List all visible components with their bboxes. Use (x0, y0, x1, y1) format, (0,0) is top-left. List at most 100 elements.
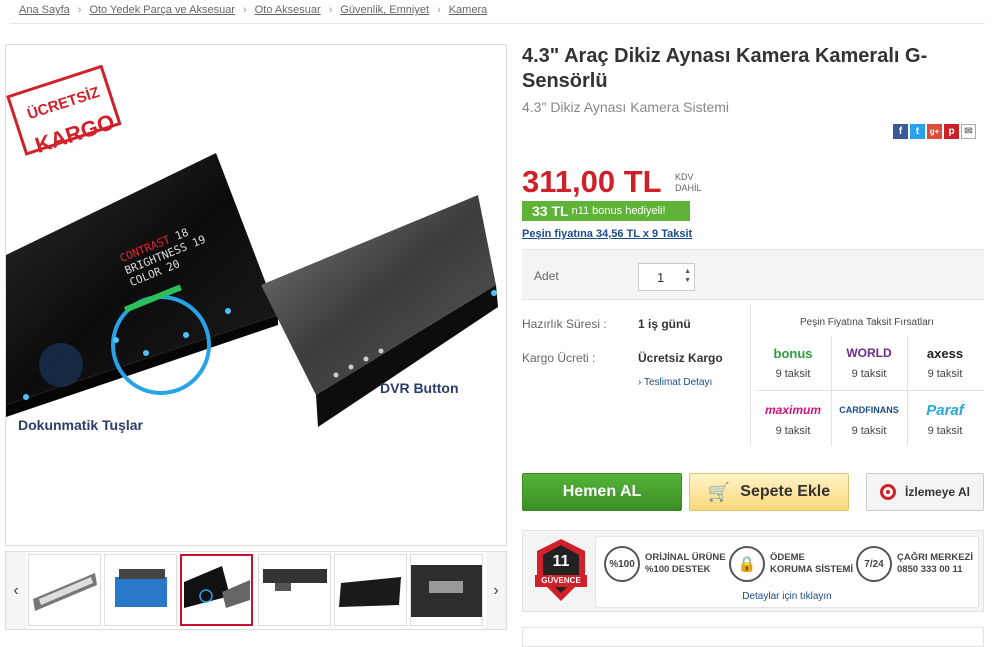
breadcrumb-home[interactable]: Ana Sayfa (19, 4, 70, 16)
thumbnail-3-selected[interactable] (180, 554, 253, 626)
bank-installment-count: 9 taksit (927, 368, 963, 380)
bonus-badge: 33 TL n11 bonus hediyeli! (522, 201, 690, 221)
breadcrumb-guvenlik[interactable]: Güvenlik, Emniyet (340, 4, 429, 16)
bonus-text: n11 bonus hediyeli! (571, 205, 666, 217)
google-plus-icon[interactable]: g+ (927, 124, 942, 139)
watch-label: İzlemeye Al (905, 485, 970, 499)
feature-line2: 0850 333 00 11 (897, 564, 963, 575)
chevron-right-icon: › (493, 581, 499, 599)
guarantee-box: 11 GÜVENCE %100 ORİJİNAL ÜRÜNE %100 DESTE… (522, 530, 984, 612)
bank-paraf: Paraf 9 taksit (907, 400, 983, 438)
percent-100-icon: %100 (604, 546, 640, 582)
quantity-row: Adet 1 ▲ ▼ (522, 249, 984, 300)
guarantee-logo: 11 GÜVENCE (533, 537, 589, 603)
breadcrumb-divider (10, 23, 985, 24)
thumbnail-1[interactable] (28, 554, 101, 626)
eye-icon (880, 484, 897, 500)
quantity-value: 1 (657, 269, 665, 285)
breadcrumb-oto-yedek[interactable]: Oto Yedek Parça ve Aksesuar (89, 4, 235, 16)
thumbnail-6[interactable] (410, 554, 483, 626)
bank-world: WORLD 9 taksit (831, 343, 907, 380)
paraf-logo: Paraf (926, 401, 964, 419)
thumb-next-button[interactable]: › (486, 552, 506, 629)
add-to-cart-button[interactable]: 🛒 Sepete Ekle (689, 473, 849, 511)
chevron-right-icon: › (77, 4, 82, 16)
vat-included: KDV DAHİL (675, 172, 702, 194)
thumbnail-strip: ‹ › (5, 551, 507, 630)
bottom-panel (522, 627, 984, 647)
spinner-arrows-icon[interactable]: ▲ ▼ (684, 267, 691, 285)
share-buttons: f t g+ p ✉ (893, 124, 976, 139)
cargo-label: Kargo Ücreti : (522, 351, 596, 365)
thumb-image (33, 573, 97, 611)
bank-installment-count: 9 taksit (851, 425, 887, 437)
thumb-image (339, 577, 401, 607)
delivery-detail-link[interactable]: › Teslimat Detayı (638, 377, 712, 388)
feature-line2: KORUMA SİSTEMİ (770, 564, 854, 575)
axess-logo: axess (926, 345, 964, 361)
info-divider (750, 305, 751, 445)
guarantee-number: 11 (552, 553, 570, 570)
thumb-image (184, 566, 250, 608)
chevron-right-icon: › (328, 4, 333, 16)
bank-axess: axess 9 taksit (907, 343, 983, 381)
thumb-image (115, 569, 167, 607)
prep-time-label: Hazırlık Süresi : (522, 317, 607, 331)
product-main-image[interactable]: ÜCRETSİZ KARGO CONTRAST 18 BRIGHTNESS 19… (5, 44, 507, 546)
bank-bonus: bonus 9 taksit (755, 343, 831, 381)
thumb-image (263, 569, 327, 591)
guarantee-text: GÜVENCE (541, 576, 581, 585)
installment-link[interactable]: Peşin fiyatına 34,56 TL x 9 Taksit (522, 228, 692, 240)
bank-installment-count: 9 taksit (775, 368, 811, 380)
product-title: 4.3" Araç Dikiz Aynası Kamera Kameralı G… (522, 45, 928, 92)
touch-keys-label: Dokunmatik Tuşlar (18, 417, 143, 433)
bank-grid-hline (756, 390, 984, 391)
bank-installment-count: 9 taksit (927, 425, 963, 437)
mail-icon[interactable]: ✉ (961, 124, 976, 139)
vat-line1: KDV (675, 172, 694, 182)
thumbnail-2[interactable] (104, 554, 177, 626)
product-price: 311,00 TL (522, 164, 662, 199)
buy-now-button[interactable]: Hemen AL (522, 473, 682, 511)
feature-payment: 🔒 ÖDEME KORUMA SİSTEMİ (729, 546, 853, 582)
quantity-stepper[interactable]: 1 ▲ ▼ (638, 263, 695, 291)
thumb-prev-button[interactable]: ‹ (6, 552, 26, 629)
world-logo: WORLD (846, 346, 892, 360)
bonus-logo: bonus (773, 345, 813, 361)
pinterest-icon[interactable]: p (944, 124, 959, 139)
chevron-left-icon: ‹ (13, 581, 19, 599)
product-subtitle: 4.3" Dikiz Aynası Kamera Sistemi (522, 99, 730, 115)
delivery-detail-text: Teslimat Detayı (643, 377, 713, 388)
breadcrumb: Ana Sayfa › Oto Yedek Parça ve Aksesuar … (19, 4, 487, 16)
watch-button[interactable]: İzlemeye Al (866, 473, 984, 511)
chevron-right-icon: › (242, 4, 247, 16)
feature-line1: ÇAĞRI MERKEZİ (897, 552, 973, 563)
prep-time-value: 1 iş günü (638, 317, 691, 331)
lock-icon: 🔒 (729, 546, 765, 582)
thumbnail-4[interactable] (258, 554, 331, 626)
vat-line2: DAHİL (675, 183, 702, 193)
add-to-cart-label: Sepete Ekle (740, 483, 831, 500)
twitter-icon[interactable]: t (910, 124, 925, 139)
quantity-label: Adet (534, 269, 559, 283)
chevron-right-icon: › (437, 4, 441, 16)
feature-line1: ÖDEME (770, 552, 805, 563)
clock-724-icon: 7/24 (856, 546, 892, 582)
bank-cardfinans: CARDFINANS 9 taksit (831, 400, 907, 437)
feature-line1: ORİJİNAL ÜRÜNE (645, 552, 726, 563)
breadcrumb-kamera[interactable]: Kamera (449, 4, 488, 16)
installment-title: Peşin Fiyatına Taksit Fırsatları (800, 317, 934, 328)
feature-original: %100 ORİJİNAL ÜRÜNE %100 DESTEK (604, 546, 726, 582)
cardfinans-logo: CARDFINANS (839, 405, 899, 415)
bank-installment-count: 9 taksit (851, 368, 887, 380)
cart-icon: 🛒 (707, 481, 731, 502)
guarantee-detail-link[interactable]: Detaylar için tıklayın (596, 591, 978, 602)
dvr-button-label: DVR Button (380, 380, 459, 396)
thumbnail-5[interactable] (334, 554, 407, 626)
bonus-amount: 33 TL (532, 203, 569, 219)
bank-maximum: maximum 9 taksit (755, 400, 831, 437)
guarantee-features: %100 ORİJİNAL ÜRÜNE %100 DESTEK 🔒 ÖDEME KO… (595, 536, 979, 608)
thumb-image (411, 565, 482, 617)
breadcrumb-oto-aksesuar[interactable]: Oto Aksesuar (255, 4, 321, 16)
facebook-icon[interactable]: f (893, 124, 908, 139)
